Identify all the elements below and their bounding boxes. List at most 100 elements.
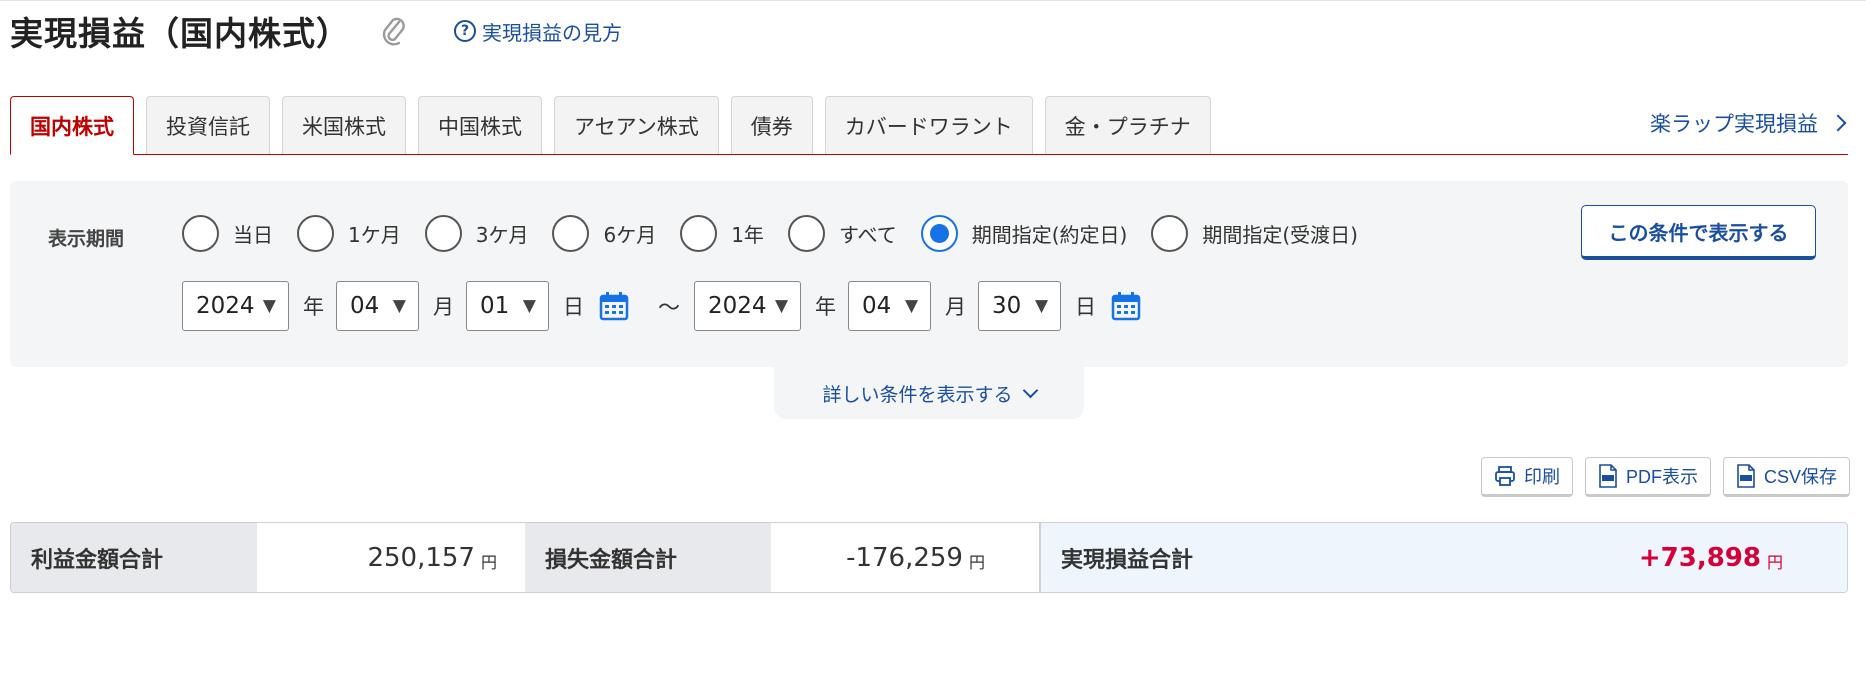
radio-3months[interactable]: 3ケ月 bbox=[424, 215, 529, 252]
condition-panel: 表示期間 当日 1ケ月 3ケ月 6ケ月 1年 すべて 期間指定(約定日) 期間指… bbox=[10, 181, 1848, 367]
tab-us-stock[interactable]: 米国株式 bbox=[282, 96, 406, 154]
to-month-select[interactable]: 04 ▼ bbox=[848, 281, 932, 331]
csv-file-icon bbox=[1737, 464, 1755, 488]
radio-label: 3ケ月 bbox=[475, 223, 529, 247]
select-value: 2024 bbox=[196, 293, 255, 319]
radio-label: 6ケ月 bbox=[603, 223, 657, 247]
currency-unit: 円 bbox=[968, 552, 985, 572]
csv-label: CSV保存 bbox=[1763, 467, 1837, 487]
chevron-down-icon bbox=[1022, 382, 1038, 398]
radio-circle[interactable] bbox=[182, 215, 219, 252]
from-day-select[interactable]: 01 ▼ bbox=[466, 281, 549, 331]
dropdown-arrow-icon: ▼ bbox=[904, 296, 919, 316]
select-value: 2024 bbox=[708, 293, 767, 319]
radio-6months[interactable]: 6ケ月 bbox=[552, 215, 656, 252]
radio-today[interactable]: 当日 bbox=[182, 215, 273, 252]
radio-label: 1年 bbox=[731, 223, 764, 247]
realized-total-cell: 実現損益合計 +73,898 円 bbox=[1039, 523, 1847, 592]
range-separator: ～ bbox=[658, 296, 681, 321]
tab-underline bbox=[10, 154, 1848, 155]
tab-label: 米国株式 bbox=[302, 114, 386, 139]
from-month-select[interactable]: 04 ▼ bbox=[336, 281, 419, 331]
apply-conditions-button[interactable]: この条件で表示する bbox=[1581, 205, 1816, 260]
month-unit: 月 bbox=[433, 295, 454, 319]
question-circle-icon: ? bbox=[454, 20, 476, 42]
tab-investment-trust[interactable]: 投資信託 bbox=[146, 96, 270, 154]
pdf-view-button[interactable]: PDF表示 bbox=[1584, 457, 1711, 497]
rakuwrap-link[interactable]: 楽ラップ実現損益 bbox=[1650, 108, 1847, 138]
radio-label: すべて bbox=[838, 223, 897, 247]
profit-total-value: 250,157 bbox=[367, 542, 475, 573]
loss-total-cell: -176,259 円 bbox=[771, 523, 1039, 592]
help-link[interactable]: ? 実現損益の見方 bbox=[454, 17, 622, 46]
radio-circle[interactable] bbox=[787, 215, 825, 252]
radio-circle[interactable] bbox=[680, 215, 718, 252]
radio-label: 期間指定(受渡日) bbox=[1202, 223, 1358, 247]
dropdown-arrow-icon: ▼ bbox=[774, 296, 789, 316]
radio-circle[interactable] bbox=[552, 215, 590, 252]
radio-1month[interactable]: 1ケ月 bbox=[297, 215, 401, 252]
to-year-select[interactable]: 2024 ▼ bbox=[694, 281, 802, 331]
day-unit: 日 bbox=[1075, 295, 1097, 319]
tab-label: 投資信託 bbox=[166, 114, 250, 139]
select-value: 04 bbox=[350, 293, 380, 319]
radio-label: 当日 bbox=[233, 223, 273, 247]
tab-covered-warrant[interactable]: カバードワラント bbox=[824, 96, 1033, 154]
radio-settlement-date-range[interactable]: 期間指定(受渡日) bbox=[1151, 215, 1358, 252]
dropdown-arrow-icon: ▼ bbox=[392, 296, 406, 316]
chevron-right-icon bbox=[1829, 114, 1847, 132]
realized-total-amount: +73,898 円 bbox=[1639, 543, 1783, 573]
tab-asean-stock[interactable]: アセアン株式 bbox=[554, 96, 719, 154]
radio-circle[interactable] bbox=[424, 215, 462, 252]
radio-1year[interactable]: 1年 bbox=[680, 215, 764, 252]
export-actions: 印刷 PDF表示 CSV保存 bbox=[1469, 457, 1850, 497]
help-link-label: 実現損益の見方 bbox=[482, 20, 622, 45]
paperclip-icon[interactable] bbox=[380, 14, 410, 48]
period-label: 表示期間 bbox=[48, 228, 125, 250]
radio-trade-date-range[interactable]: 期間指定(約定日) bbox=[920, 215, 1128, 252]
from-year-select[interactable]: 2024 ▼ bbox=[182, 281, 289, 331]
tab-china-stock[interactable]: 中国株式 bbox=[418, 96, 542, 154]
calendar-icon[interactable] bbox=[598, 290, 630, 322]
radio-circle[interactable] bbox=[1151, 215, 1189, 252]
year-unit: 年 bbox=[303, 295, 324, 319]
radio-circle-checked[interactable] bbox=[920, 215, 958, 252]
select-value: 04 bbox=[862, 293, 892, 319]
currency-unit: 円 bbox=[1766, 552, 1783, 572]
top-rule bbox=[0, 0, 1866, 1]
to-day-select[interactable]: 30 ▼ bbox=[978, 281, 1062, 331]
tab-gold-platinum[interactable]: 金・プラチナ bbox=[1044, 96, 1211, 154]
rakuwrap-link-label: 楽ラップ実現損益 bbox=[1650, 112, 1818, 136]
date-range-row: 2024 ▼ 年 04 ▼ 月 01 ▼ 日 ～ 2024 ▼ 年 04 ▼ 月 30 ▼ bbox=[182, 281, 1156, 331]
profit-total-label: 利益金額合計 bbox=[11, 523, 257, 592]
radio-label: 1ケ月 bbox=[348, 223, 401, 247]
tab-label: 国内株式 bbox=[30, 114, 114, 139]
radio-dot bbox=[929, 224, 949, 243]
tab-bond[interactable]: 債券 bbox=[730, 96, 813, 154]
calendar-icon[interactable] bbox=[1110, 290, 1142, 322]
loss-total-value: -176,259 bbox=[846, 542, 963, 573]
radio-all[interactable]: すべて bbox=[787, 215, 897, 252]
csv-save-button[interactable]: CSV保存 bbox=[1722, 457, 1850, 497]
tab-domestic-stock[interactable]: 国内株式 bbox=[10, 96, 134, 155]
select-value: 30 bbox=[992, 293, 1022, 319]
print-button[interactable]: 印刷 bbox=[1480, 457, 1573, 497]
loss-total-label: 損失金額合計 bbox=[525, 523, 771, 592]
select-value: 01 bbox=[480, 293, 510, 319]
tab-label: アセアン株式 bbox=[574, 114, 699, 139]
profit-total-cell: 250,157 円 bbox=[257, 523, 525, 592]
pdf-label: PDF表示 bbox=[1625, 467, 1698, 487]
realized-total-value: +73,898 bbox=[1638, 542, 1761, 573]
pdf-file-icon bbox=[1599, 464, 1617, 488]
more-conditions-label: 詳しい条件を表示する bbox=[822, 383, 1013, 406]
page-header: 実現損益（国内株式） ? 実現損益の見方 bbox=[10, 6, 622, 56]
period-radio-group: 当日 1ケ月 3ケ月 6ケ月 1年 すべて 期間指定(約定日) 期間指定(受渡日… bbox=[182, 215, 1382, 252]
year-unit: 年 bbox=[815, 295, 837, 319]
radio-label: 期間指定(約定日) bbox=[971, 223, 1128, 247]
month-unit: 月 bbox=[945, 295, 967, 319]
tab-label: 金・プラチナ bbox=[1064, 114, 1191, 139]
day-unit: 日 bbox=[563, 295, 584, 319]
dropdown-arrow-icon: ▼ bbox=[262, 296, 276, 316]
radio-circle[interactable] bbox=[297, 215, 334, 252]
show-detailed-conditions-toggle[interactable]: 詳しい条件を表示する bbox=[774, 367, 1084, 419]
